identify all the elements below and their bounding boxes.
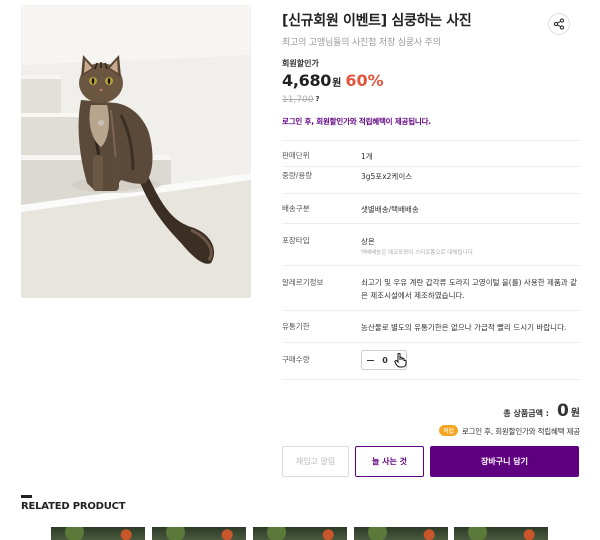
related-product-thumb[interactable]: [51, 527, 145, 540]
hand-cursor-icon: [394, 353, 407, 368]
accrual-badge: 적립: [439, 425, 458, 436]
spec-key: 판매단위: [282, 151, 310, 160]
spec-value-group: 상온 택배배송은 에코포장이 스티로폼으로 대체됩니다.: [361, 235, 580, 258]
product-title: [신규회원 이벤트] 심쿵하는 사진: [282, 13, 472, 29]
share-button[interactable]: [548, 13, 570, 35]
price-unit: 원: [332, 78, 342, 89]
minus-icon[interactable]: [362, 351, 378, 369]
total-value: 0: [556, 401, 569, 421]
spec-value: 1개: [361, 152, 373, 161]
spec-key: 구매수량: [282, 355, 310, 364]
product-image: [21, 5, 251, 298]
spec-key: 포장타입: [282, 236, 310, 245]
price-label: 회원할인가: [282, 59, 319, 68]
product-info: [신규회원 이벤트] 심쿵하는 사진 최고의 고앵님들의 사진첩 저장 심쿵사 …: [282, 10, 580, 48]
login-benefit-note: 로그인 후, 회원할인가와 적립혜택이 제공됩니다.: [282, 117, 431, 126]
spec-value: 샛별배송/택배배송: [361, 205, 419, 214]
spec-value: 상온: [361, 237, 375, 246]
always-buy-button[interactable]: 늘 사는 것: [355, 446, 424, 477]
related-product-title: RELATED PRODUCT: [21, 501, 126, 512]
member-price: 4,680: [282, 71, 332, 90]
spec-row-packaging: 포장타입 상온 택배배송은 에코포장이 스티로폼으로 대체됩니다.: [282, 223, 580, 265]
cat-on-stairs-image: [21, 5, 251, 298]
spec-value: 쇠고기 및 우유 계란 갑각류 도라지 고영이털 을(를) 사용한 제품과 같은…: [361, 278, 577, 300]
price-row: 4,680원 60%: [282, 71, 384, 90]
spec-key: 알레르기정보: [282, 278, 324, 287]
spec-key: 배송구분: [282, 204, 310, 213]
spec-row-allergy: 알레르기정보 쇠고기 및 우유 계란 갑각류 도라지 고영이털 을(를) 사용한…: [282, 265, 580, 310]
original-price-row: 11,700?: [282, 95, 320, 105]
price-help-icon[interactable]: ?: [316, 95, 320, 103]
spec-row-delivery: 배송구분 샛별배송/택배배송: [282, 193, 580, 223]
related-product-thumb[interactable]: [253, 527, 347, 540]
related-product-thumb[interactable]: [454, 527, 548, 540]
accrual-text: 로그인 후, 회원할인가와 적립혜택 제공: [461, 427, 580, 436]
quantity-value: 0: [382, 355, 388, 365]
spec-value: 3g5포x2케이스: [361, 172, 413, 181]
product-subtitle: 최고의 고앵님들의 사진첩 저장 심쿵사 주의: [282, 38, 441, 48]
original-price: 11,700: [282, 95, 314, 105]
spec-row-quantity: 구매수량: [282, 342, 580, 380]
total-amount: 총 상품금액 : 0원: [503, 401, 580, 421]
restock-notify-button[interactable]: 재입고 알림: [282, 446, 349, 477]
related-divider: [21, 495, 32, 498]
spec-row-expiry: 유통기한 농산물로 별도의 유통기한은 없으나 가급적 빨리 드시기 바랍니다.: [282, 310, 580, 342]
total-unit: 원: [570, 408, 580, 419]
related-product-thumb[interactable]: [354, 527, 448, 540]
accrual-note: 적립 로그인 후, 회원할인가와 적립혜택 제공: [439, 425, 580, 437]
share-icon: [553, 18, 565, 30]
add-to-cart-button[interactable]: 장바구니 담기: [430, 446, 579, 477]
spec-value: 농산물로 별도의 유통기한은 없으나 가급적 빨리 드시기 바랍니다.: [361, 323, 567, 332]
total-label: 총 상품금액 :: [503, 409, 549, 418]
spec-sub-note: 택배배송은 에코포장이 스티로폼으로 대체됩니다.: [361, 250, 475, 256]
discount-rate: 60%: [345, 71, 384, 90]
spec-row-weight: 중량/용량 3g5포x2케이스: [282, 166, 580, 193]
spec-row-unit: 판매단위 1개: [282, 140, 580, 166]
spec-key: 유통기한: [282, 322, 310, 331]
spec-key: 중량/용량: [282, 171, 313, 180]
related-product-thumb[interactable]: [152, 527, 246, 540]
